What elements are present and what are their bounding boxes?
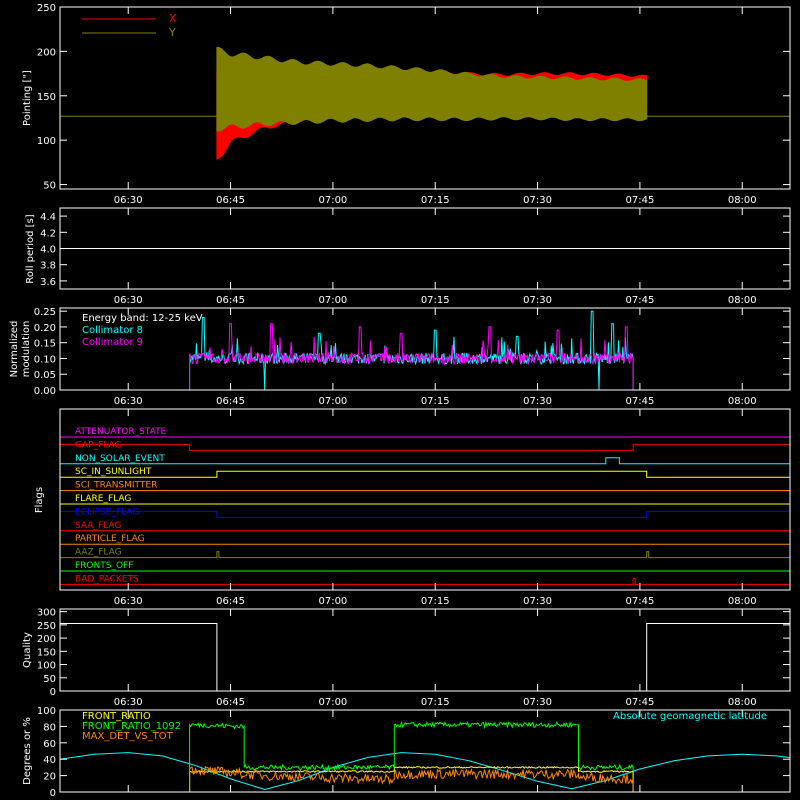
y-tick-label: 100 [37,136,56,147]
x-tick-label: 07:15 [421,396,450,407]
modulation-ylabel-line2: modulation [21,321,32,378]
y-tick-label: 0 [50,687,56,698]
x-tick-label: 07:30 [523,396,552,407]
y-tick-label: 200 [37,47,56,58]
x-tick-label: 07:15 [421,596,450,607]
flag-label: SCI_TRANSMITTER [75,481,157,491]
geomag-ylabel: Degrees or % [22,717,33,785]
x-tick-label: 06:45 [216,596,245,607]
x-tick-label: 07:15 [421,697,450,708]
y-tick-label: 20 [43,772,56,783]
y-tick-label: 200 [37,634,56,645]
x-tick-label: 07:00 [318,697,347,708]
x-tick-label: 07:00 [318,295,347,306]
x-tick-label: 08:00 [728,697,757,708]
y-tick-label: 0.10 [34,354,56,365]
x-tick-label: 07:45 [625,596,654,607]
x-tick-label: 08:00 [728,596,757,607]
y-tick-label: 150 [37,647,56,658]
x-tick-label: 07:15 [421,295,450,306]
x-tick-label: 07:30 [523,596,552,607]
x-tick-label: 07:00 [318,596,347,607]
x-tick-label: 06:30 [114,195,143,206]
flag-label: FLARE_FLAG [75,494,131,504]
y-tick-label: 60 [43,739,56,750]
flag-label: SC_IN_SUNLIGHT [75,467,152,477]
flags-ylabel: Flags [34,487,45,513]
legend-max-det-vs-tot: MAX_DET_VS_TOT [82,731,174,742]
y-tick-label: 0.15 [34,339,56,350]
x-tick-label: 06:45 [216,697,245,708]
y-tick-label: 3.8 [40,261,56,272]
legend-collimator-9: Collimator 9 [82,337,143,348]
y-tick-label: 0.25 [34,307,56,318]
y-tick-label: 4.2 [40,228,56,239]
pointing-ylabel: Pointing ["] [22,70,33,126]
x-tick-label: 06:30 [114,396,143,407]
x-tick-label: 08:00 [728,195,757,206]
flag-label: FRONTS_OFF [75,561,133,571]
observing-summary-figure: 5010015020025006:30 06:45 07:00 07:15 07:30 0… [0,0,800,800]
x-tick-label: 07:15 [421,195,450,206]
y-tick-label: 80 [43,722,56,733]
x-tick-label: 08:00 [728,396,757,407]
y-tick-label: 0.05 [34,370,56,381]
x-tick-label: 07:45 [625,295,654,306]
x-tick-label: 06:45 [216,295,245,306]
x-tick-label: 07:00 [318,195,347,206]
legend-x-label: X [169,12,177,25]
x-tick-label: 07:45 [625,396,654,407]
x-tick-label: 06:30 [114,596,143,607]
roll-ylabel: Roll period [s] [25,214,36,283]
flag-label: PARTICLE_FLAG [75,534,145,544]
x-tick-label: 07:45 [625,195,654,206]
y-tick-label: 50 [43,181,56,192]
x-tick-label: 06:45 [216,396,245,407]
flag-label: ATTENUATOR_STATE [75,427,167,437]
y-tick-label: 150 [37,92,56,103]
flag-label: SAA_FLAG [75,521,121,531]
modulation-energy-band: Energy band: 12-25 keV [82,313,203,324]
x-tick-label: 07:30 [523,295,552,306]
legend-y-label: Y [168,26,176,39]
y-tick-label: 0.00 [34,386,56,397]
legend-collimator-8: Collimator 8 [82,325,143,336]
flag-label: NON_SOLAR_EVENT [75,454,165,464]
y-tick-label: 250 [37,621,56,632]
x-tick-label: 07:30 [523,195,552,206]
y-tick-label: 250 [37,3,56,14]
x-tick-label: 06:30 [114,295,143,306]
y-tick-label: 4.4 [40,212,56,223]
x-tick-label: 08:00 [728,295,757,306]
x-tick-label: 07:30 [523,697,552,708]
quality-ylabel: Quality [22,632,33,668]
y-tick-label: 0.20 [34,323,56,334]
y-tick-label: 100 [37,661,56,672]
geomag-annotation: Absolute geomagnetic latitude [613,711,767,722]
flag-label: ECLIPSE_FLAG [75,507,139,517]
y-tick-label: 100 [37,706,56,717]
x-tick-label: 06:45 [216,195,245,206]
x-tick-label: 07:00 [318,396,347,407]
flag-label: GAP_FLAG [75,440,121,450]
y-tick-label: 300 [37,608,56,619]
flag-label: AAZ_FLAG [75,548,122,558]
y-tick-label: 40 [43,755,56,766]
y-tick-label: 4.0 [40,245,56,256]
modulation-ylabel-line1: Normalized [9,321,20,378]
x-tick-label: 06:30 [114,697,143,708]
y-tick-label: 50 [43,674,56,685]
y-tick-label: 0 [50,788,56,799]
y-tick-label: 3.6 [40,277,56,288]
x-tick-label: 07:45 [625,697,654,708]
flag-label: BAD_PACKETS [75,574,139,584]
